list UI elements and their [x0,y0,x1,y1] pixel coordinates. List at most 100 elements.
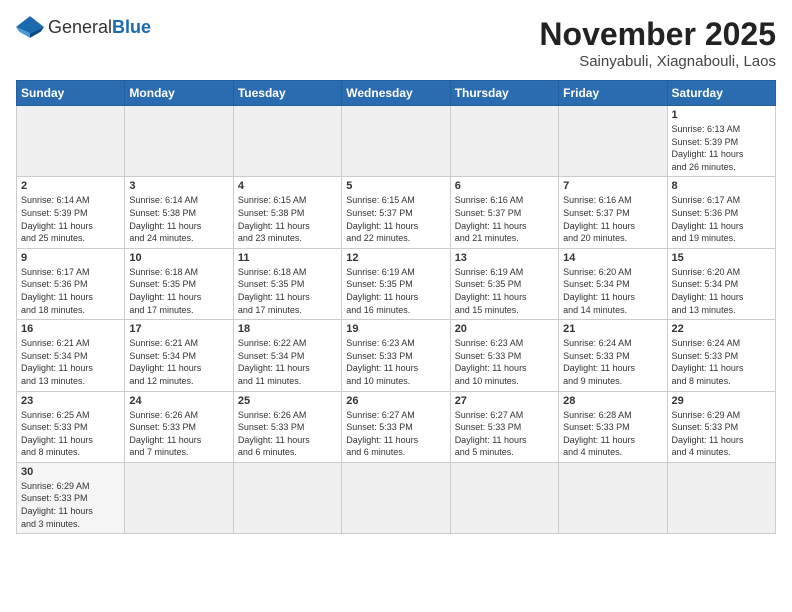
calendar-cell: 5Sunrise: 6:15 AMSunset: 5:37 PMDaylight… [342,177,450,248]
calendar-week-3: 9 Sunrise: 6:17 AMSunset: 5:36 PMDaylight… [17,248,776,319]
day-number: 19 [346,323,445,335]
calendar-header-row: SundayMondayTuesdayWednesdayThursdayFrid… [17,81,776,106]
logo-bird-icon [16,16,44,38]
calendar-cell: 17 Sunrise: 6:21 AMSunset: 5:34 PMDayligh… [125,320,233,391]
page-header: GeneralBlue November 2025 Sainyabuli, Xi… [16,16,776,70]
calendar-cell [559,106,667,177]
day-number: 6 [455,180,554,192]
calendar-cell: 9 Sunrise: 6:17 AMSunset: 5:36 PMDaylight… [17,248,125,319]
day-info: Sunrise: 6:26 AMSunset: 5:33 PMDaylight:… [238,409,337,459]
calendar-cell [450,106,558,177]
day-number: 16 [21,323,120,335]
day-info: Sunrise: 6:17 AMSunset: 5:36 PMDaylight:… [21,266,120,316]
header-friday: Friday [559,81,667,106]
day-number: 22 [672,323,771,335]
header-tuesday: Tuesday [233,81,341,106]
day-info: Sunrise: 6:29 AMSunset: 5:33 PMDaylight:… [672,409,771,459]
day-info: Sunrise: 6:16 AMSunset: 5:37 PMDaylight:… [563,194,662,244]
day-number: 9 [21,252,120,264]
day-number: 11 [238,252,337,264]
calendar-cell [450,462,558,533]
day-number: 26 [346,395,445,407]
calendar-cell [342,106,450,177]
day-number: 14 [563,252,662,264]
calendar-cell: 1Sunrise: 6:13 AMSunset: 5:39 PMDaylight… [667,106,775,177]
calendar-cell: 27 Sunrise: 6:27 AMSunset: 5:33 PMDayligh… [450,391,558,462]
day-number: 17 [129,323,228,335]
month-title: November 2025 [539,16,776,53]
calendar-week-1: 1Sunrise: 6:13 AMSunset: 5:39 PMDaylight… [17,106,776,177]
calendar-cell: 21Sunrise: 6:24 AMSunset: 5:33 PMDayligh… [559,320,667,391]
day-number: 25 [238,395,337,407]
day-info: Sunrise: 6:15 AMSunset: 5:38 PMDaylight:… [238,194,337,244]
calendar-table: SundayMondayTuesdayWednesdayThursdayFrid… [16,80,776,534]
header-wednesday: Wednesday [342,81,450,106]
logo-text: GeneralBlue [48,17,151,38]
day-info: Sunrise: 6:14 AMSunset: 5:39 PMDaylight:… [21,194,120,244]
calendar-cell [342,462,450,533]
day-info: Sunrise: 6:25 AMSunset: 5:33 PMDaylight:… [21,409,120,459]
calendar-week-6: 30 Sunrise: 6:29 AMSunset: 5:33 PMDayligh… [17,462,776,533]
day-info: Sunrise: 6:18 AMSunset: 5:35 PMDaylight:… [238,266,337,316]
day-info: Sunrise: 6:16 AMSunset: 5:37 PMDaylight:… [455,194,554,244]
header-monday: Monday [125,81,233,106]
day-info: Sunrise: 6:15 AMSunset: 5:37 PMDaylight:… [346,194,445,244]
calendar-cell [17,106,125,177]
calendar-week-4: 16 Sunrise: 6:21 AMSunset: 5:34 PMDayligh… [17,320,776,391]
calendar-cell: 30 Sunrise: 6:29 AMSunset: 5:33 PMDayligh… [17,462,125,533]
day-number: 13 [455,252,554,264]
calendar-cell [667,462,775,533]
calendar-cell: 11 Sunrise: 6:18 AMSunset: 5:35 PMDayligh… [233,248,341,319]
calendar-cell: 4 Sunrise: 6:15 AMSunset: 5:38 PMDaylight… [233,177,341,248]
day-number: 4 [238,180,337,192]
calendar-cell: 18 Sunrise: 6:22 AMSunset: 5:34 PMDayligh… [233,320,341,391]
day-info: Sunrise: 6:20 AMSunset: 5:34 PMDaylight:… [563,266,662,316]
day-info: Sunrise: 6:20 AMSunset: 5:34 PMDaylight:… [672,266,771,316]
day-number: 2 [21,180,120,192]
day-number: 3 [129,180,228,192]
calendar-cell [125,462,233,533]
calendar-cell [233,462,341,533]
calendar-cell: 22 Sunrise: 6:24 AMSunset: 5:33 PMDayligh… [667,320,775,391]
day-number: 7 [563,180,662,192]
calendar-cell: 29 Sunrise: 6:29 AMSunset: 5:33 PMDayligh… [667,391,775,462]
header-thursday: Thursday [450,81,558,106]
day-number: 21 [563,323,662,335]
calendar-cell: 12Sunrise: 6:19 AMSunset: 5:35 PMDayligh… [342,248,450,319]
day-number: 30 [21,466,120,478]
calendar-cell: 24Sunrise: 6:26 AMSunset: 5:33 PMDayligh… [125,391,233,462]
day-info: Sunrise: 6:27 AMSunset: 5:33 PMDaylight:… [455,409,554,459]
day-info: Sunrise: 6:21 AMSunset: 5:34 PMDaylight:… [129,337,228,387]
logo: GeneralBlue [16,16,151,38]
day-info: Sunrise: 6:18 AMSunset: 5:35 PMDaylight:… [129,266,228,316]
day-info: Sunrise: 6:22 AMSunset: 5:34 PMDaylight:… [238,337,337,387]
day-number: 29 [672,395,771,407]
calendar-cell [559,462,667,533]
day-number: 12 [346,252,445,264]
day-info: Sunrise: 6:29 AMSunset: 5:33 PMDaylight:… [21,480,120,530]
calendar-cell [233,106,341,177]
calendar-cell: 16Sunrise: 6:21 AMSunset: 5:34 PMDayligh… [17,320,125,391]
calendar-cell: 19Sunrise: 6:23 AMSunset: 5:33 PMDayligh… [342,320,450,391]
day-number: 20 [455,323,554,335]
logo-general: General [48,17,112,37]
calendar-cell: 7 Sunrise: 6:16 AMSunset: 5:37 PMDaylight… [559,177,667,248]
calendar-cell: 10 Sunrise: 6:18 AMSunset: 5:35 PMDayligh… [125,248,233,319]
day-number: 27 [455,395,554,407]
day-number: 18 [238,323,337,335]
calendar-cell: 23Sunrise: 6:25 AMSunset: 5:33 PMDayligh… [17,391,125,462]
header-sunday: Sunday [17,81,125,106]
calendar-cell: 14 Sunrise: 6:20 AMSunset: 5:34 PMDayligh… [559,248,667,319]
day-info: Sunrise: 6:24 AMSunset: 5:33 PMDaylight:… [672,337,771,387]
location-title: Sainyabuli, Xiagnabouli, Laos [539,53,776,70]
calendar-cell: 28Sunrise: 6:28 AMSunset: 5:33 PMDayligh… [559,391,667,462]
logo-blue: Blue [112,17,151,37]
day-info: Sunrise: 6:13 AMSunset: 5:39 PMDaylight:… [672,123,771,173]
day-number: 8 [672,180,771,192]
day-number: 28 [563,395,662,407]
day-number: 24 [129,395,228,407]
calendar-cell: 20Sunrise: 6:23 AMSunset: 5:33 PMDayligh… [450,320,558,391]
day-number: 10 [129,252,228,264]
calendar-cell: 26Sunrise: 6:27 AMSunset: 5:33 PMDayligh… [342,391,450,462]
day-info: Sunrise: 6:14 AMSunset: 5:38 PMDaylight:… [129,194,228,244]
